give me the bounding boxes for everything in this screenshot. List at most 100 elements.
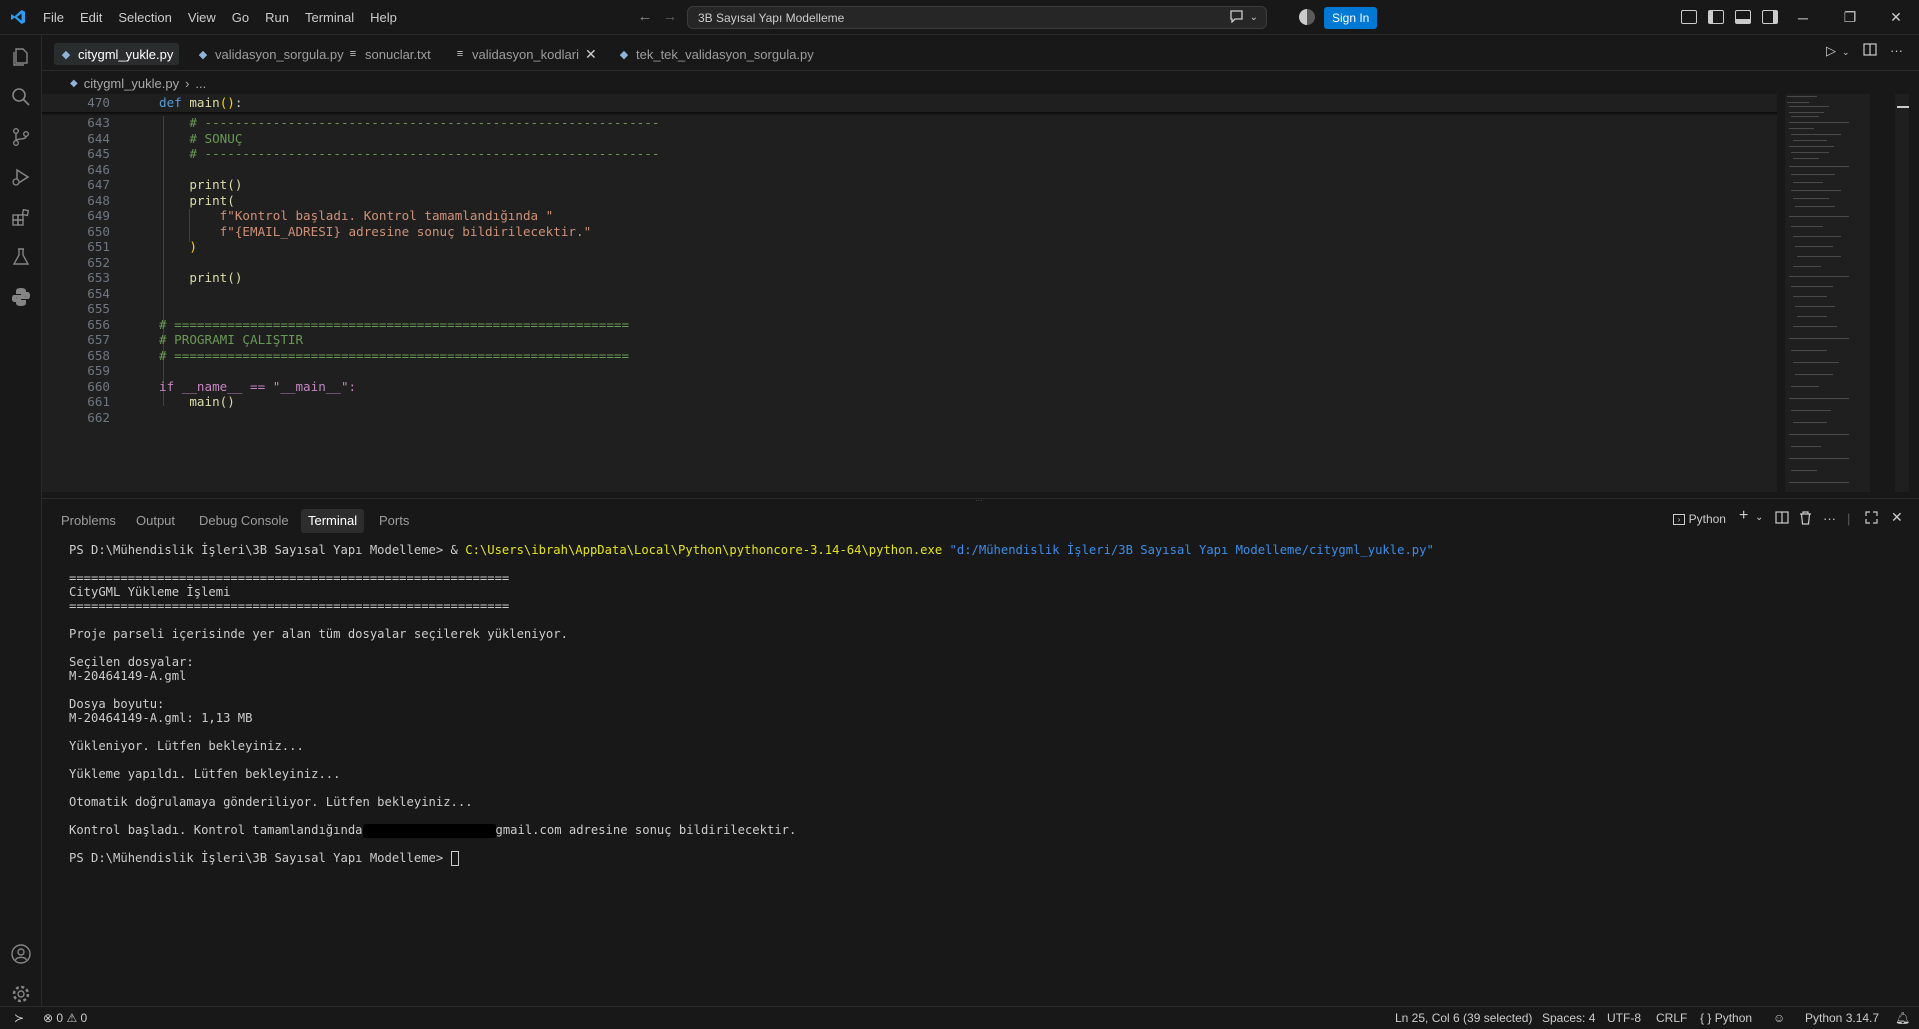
- split-editor-icon[interactable]: [1863, 43, 1877, 59]
- close-window-icon[interactable]: ✕: [1873, 0, 1919, 35]
- code-line: f"{EMAIL_ADRESI} adresine sonuç bildiril…: [159, 223, 592, 239]
- menu-bar: File Edit Selection View Go Run Terminal…: [35, 0, 405, 35]
- menu-go[interactable]: Go: [224, 0, 257, 35]
- tab-debug-console[interactable]: Debug Console: [192, 509, 296, 533]
- sign-in-button[interactable]: Sign In: [1324, 7, 1378, 29]
- code-line: print(): [159, 270, 243, 285]
- python-file-icon: ◆: [61, 48, 71, 61]
- tab-citygml-yukle[interactable]: ◆ citygml_yukle.py: [54, 43, 180, 65]
- menu-terminal[interactable]: Terminal: [297, 0, 362, 35]
- tab-output[interactable]: Output: [129, 509, 182, 533]
- command-center-search[interactable]: 3B Sayısal Yapı Modelleme ⌄: [687, 6, 1267, 29]
- language-label: Python: [1714, 1011, 1753, 1025]
- tab-problems[interactable]: Problems: [54, 509, 123, 533]
- toggle-primary-sidebar-icon[interactable]: [1708, 10, 1724, 24]
- error-icon: ⊗: [43, 1011, 54, 1025]
- python-interpreter[interactable]: Python 3.14.7: [1805, 1010, 1879, 1027]
- code-line: f"Kontrol başladı. Kontrol tamamlandığın…: [159, 208, 554, 223]
- breadcrumb-file[interactable]: citygml_yukle.py: [84, 76, 179, 91]
- cursor-position[interactable]: Ln 25, Col 6 (39 selected): [1395, 1010, 1532, 1027]
- menu-selection[interactable]: Selection: [110, 0, 179, 35]
- tab-label: validasyon_sorgula.py: [215, 46, 344, 62]
- run-debug-icon[interactable]: [0, 157, 42, 197]
- python-icon[interactable]: [0, 277, 42, 317]
- line-number: 470: [87, 95, 110, 110]
- line-number: 653: [87, 270, 110, 285]
- breadcrumb-symbol[interactable]: ...: [195, 76, 206, 91]
- menu-help[interactable]: Help: [362, 0, 405, 35]
- remote-indicator-icon[interactable]: ≻: [14, 1010, 24, 1027]
- maximize-panel-icon[interactable]: [1865, 511, 1878, 527]
- run-python-file-icon[interactable]: ▷: [1826, 43, 1836, 59]
- menu-run[interactable]: Run: [257, 0, 297, 35]
- code-line: print(: [159, 192, 235, 208]
- minimize-icon[interactable]: ─: [1780, 0, 1826, 35]
- more-actions-icon[interactable]: ···: [1823, 511, 1836, 526]
- encoding-status[interactable]: UTF-8: [1607, 1010, 1641, 1027]
- tab-validasyon-sorgula[interactable]: ◆ validasyon_sorgula.py: [191, 43, 350, 65]
- chevron-down-icon[interactable]: ⌄: [1250, 12, 1258, 23]
- indentation-status[interactable]: Spaces: 4: [1542, 1010, 1595, 1027]
- language-mode[interactable]: { } Python: [1700, 1010, 1752, 1027]
- status-bar: ≻ ⊗ 0 ⚠ 0 Ln 25, Col 6 (39 selected) Spa…: [0, 1006, 1919, 1029]
- tab-validasyon-kodlari[interactable]: ≡ validasyon_kodlari ✕: [448, 43, 603, 65]
- forward-arrow-icon[interactable]: →: [657, 8, 683, 25]
- customize-layout-icon[interactable]: [1681, 10, 1697, 24]
- trash-icon[interactable]: [1799, 511, 1812, 528]
- source-control-icon[interactable]: [0, 117, 42, 157]
- menu-file[interactable]: File: [35, 0, 72, 35]
- line-number: 661: [87, 394, 110, 409]
- editor-scrollbar[interactable]: [1895, 94, 1909, 492]
- terminal-line: M-20464149-A.gml: [69, 669, 187, 683]
- code-line: # ======================================…: [159, 347, 630, 363]
- breadcrumb-separator-icon: ›: [185, 75, 190, 91]
- activity-bar: [0, 35, 42, 1009]
- search-icon[interactable]: [0, 77, 42, 117]
- minimap-preview: [1787, 96, 1849, 483]
- more-actions-icon[interactable]: ···: [1890, 43, 1903, 58]
- code-editor[interactable]: 470 def main(): 643 644 645 646 647 648 …: [42, 94, 1777, 492]
- copilot-icon[interactable]: ☺: [1773, 1010, 1785, 1027]
- tab-terminal[interactable]: Terminal: [301, 509, 365, 533]
- split-terminal-icon[interactable]: [1775, 511, 1789, 527]
- braces-icon: { }: [1700, 1011, 1712, 1025]
- command-arg: "d:/Mühendislik İşleri/3B Sayısal Yapı M…: [949, 543, 1434, 557]
- eol-status[interactable]: CRLF: [1656, 1010, 1687, 1027]
- close-panel-icon[interactable]: ✕: [1891, 509, 1903, 526]
- tab-tek-tek-validasyon-sorgula[interactable]: ◆ tek_tek_validasyon_sorgula.py: [612, 43, 820, 65]
- toggle-secondary-sidebar-icon[interactable]: [1762, 10, 1778, 24]
- new-terminal-icon[interactable]: +: [1739, 507, 1748, 525]
- chevron-down-icon[interactable]: ⌄: [1755, 512, 1763, 523]
- problems-status[interactable]: ⊗ 0 ⚠ 0: [43, 1010, 87, 1027]
- copilot-chat-icon[interactable]: [1229, 9, 1244, 26]
- minimap[interactable]: [1785, 94, 1870, 492]
- sticky-scroll-line[interactable]: 470 def main():: [42, 94, 1777, 112]
- close-tab-icon[interactable]: ✕: [585, 46, 597, 63]
- chevron-down-icon[interactable]: ⌄: [1842, 47, 1850, 58]
- line-number: 655: [87, 301, 110, 316]
- terminal-line: PS D:\Mühendislik İşleri\3B Sayısal Yapı…: [69, 543, 1434, 559]
- testing-flask-icon[interactable]: [0, 237, 42, 277]
- tab-ports[interactable]: Ports: [372, 509, 416, 533]
- explorer-icon[interactable]: [0, 37, 42, 77]
- copilot-status-icon[interactable]: [1299, 9, 1315, 25]
- panel-resize-handle[interactable]: ···: [975, 496, 983, 505]
- accounts-icon[interactable]: [0, 934, 42, 974]
- command-operator: &: [443, 543, 466, 557]
- terminal-line: M-20464149-A.gml: 1,13 MB: [69, 711, 253, 725]
- terminal-icon: ›: [1673, 514, 1685, 526]
- menu-edit[interactable]: Edit: [72, 0, 110, 35]
- prompt-text: PS D:\Mühendislik İşleri\3B Sayısal Yapı…: [69, 543, 444, 557]
- back-arrow-icon[interactable]: ←: [632, 8, 658, 25]
- terminal-shell-selector[interactable]: › Python: [1673, 511, 1726, 526]
- menu-view[interactable]: View: [180, 0, 224, 35]
- tab-sonuclar[interactable]: ≡ sonuclar.txt: [341, 43, 437, 65]
- notifications-bell-icon[interactable]: 🔔︎: [1895, 1010, 1910, 1027]
- code-line: # ======================================…: [159, 316, 630, 332]
- extensions-icon[interactable]: [0, 197, 42, 237]
- toggle-panel-icon[interactable]: [1735, 10, 1751, 24]
- sticky-code-line: def main():: [159, 95, 243, 110]
- restore-icon[interactable]: ❐: [1827, 0, 1873, 35]
- breadcrumb: ◆ citygml_yukle.py › ...: [70, 74, 206, 92]
- tab-label: sonuclar.txt: [365, 46, 431, 62]
